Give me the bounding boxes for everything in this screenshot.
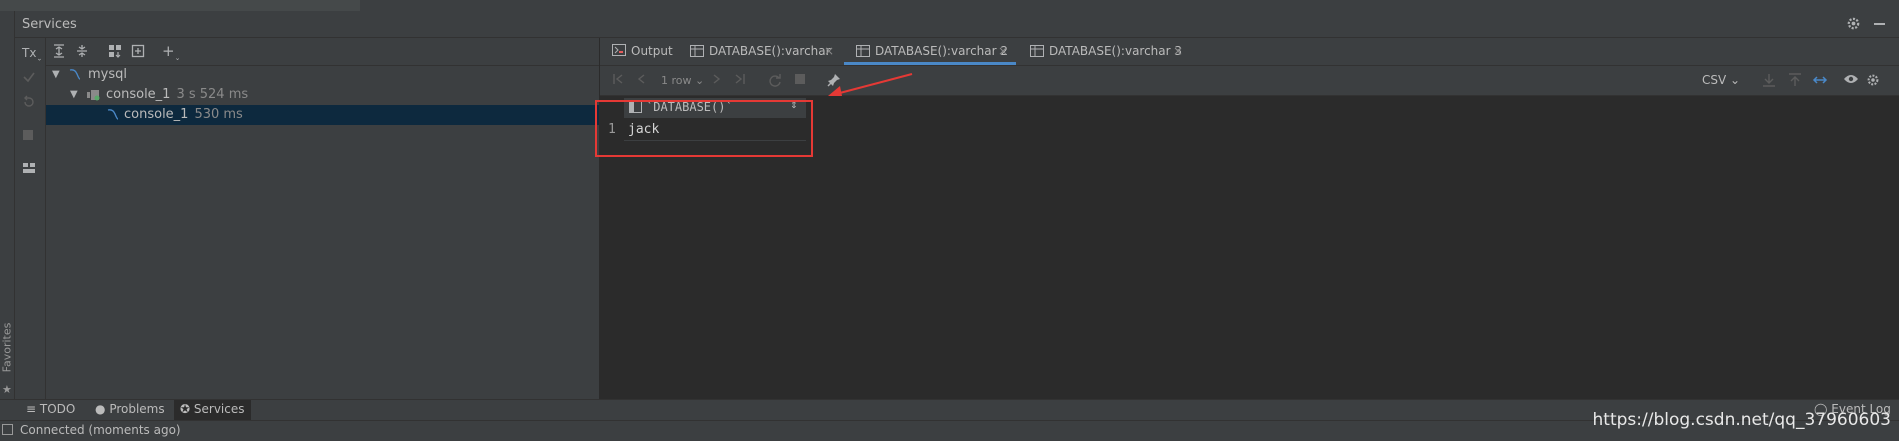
result-panel: Output DATABASE():varchar × DATABASE():v… <box>595 38 1899 399</box>
first-page-icon[interactable] <box>612 73 624 85</box>
problems-tab[interactable]: ● Problems <box>95 402 165 416</box>
close-icon[interactable]: × <box>998 44 1008 58</box>
services-left-toolbar: Tx⌄ <box>15 38 46 399</box>
group-by-icon[interactable] <box>108 44 122 58</box>
last-page-icon[interactable] <box>734 73 746 85</box>
top-strip <box>0 0 1899 11</box>
transaction-mode-icon[interactable]: Tx⌄ <box>22 46 42 62</box>
tree-item-time: 3 s 524 ms <box>176 87 249 102</box>
commit-check-icon[interactable] <box>22 70 36 84</box>
status-square-icon[interactable] <box>2 424 13 435</box>
services-title: Services <box>22 17 77 32</box>
tree-item-console-text: console_1 3 s 524 ms <box>106 87 248 102</box>
favorites-label[interactable]: Favorites <box>1 321 14 375</box>
watermark-url: https://blog.csdn.net/qq_37960603 <box>1592 410 1891 430</box>
settings-gear-icon[interactable] <box>1866 73 1880 87</box>
annotation-highlight-box <box>595 100 813 157</box>
services-tab[interactable]: ✪ Services <box>174 400 251 420</box>
chevron-down-icon[interactable]: ▼ <box>70 89 78 100</box>
services-gear-icon: ✪ <box>180 402 191 416</box>
expand-all-icon[interactable] <box>52 44 66 58</box>
tab-database-varchar-3[interactable]: DATABASE():varchar 3 × <box>1030 38 1190 65</box>
tree-toolbar: +⌄ <box>46 38 599 66</box>
problems-label: Problems <box>109 402 165 416</box>
console-session-icon <box>87 89 101 101</box>
table-icon <box>1030 45 1044 57</box>
mysql-icon <box>68 67 82 81</box>
stop-icon[interactable] <box>794 73 806 85</box>
tab-database-varchar[interactable]: DATABASE():varchar × <box>690 38 834 65</box>
tab-label: DATABASE():varchar 2 <box>875 44 1009 58</box>
services-label: Services <box>193 402 245 416</box>
output-icon <box>612 44 626 56</box>
tab-label: DATABASE():varchar 3 <box>1049 44 1183 58</box>
upload-icon[interactable] <box>1788 73 1802 87</box>
new-tab-icon[interactable] <box>131 44 145 58</box>
chevron-down-icon[interactable]: ▼ <box>52 69 60 80</box>
status-text: Connected (moments ago) <box>20 423 181 437</box>
tree-item-console-child[interactable]: console_1 530 ms <box>46 105 599 125</box>
previous-page-icon[interactable] <box>636 73 648 85</box>
tree-item-label: mysql <box>88 67 127 82</box>
tab-label: DATABASE():varchar <box>709 44 831 58</box>
annotation-arrow-icon <box>828 73 913 96</box>
reload-icon[interactable] <box>768 73 782 87</box>
export-format-label: CSV <box>1702 73 1727 87</box>
export-format-selector[interactable]: CSV ⌄ <box>1702 73 1740 87</box>
next-page-icon[interactable] <box>710 73 722 85</box>
close-icon[interactable]: × <box>1173 44 1183 58</box>
close-icon[interactable]: × <box>824 44 834 58</box>
tree-item-console[interactable]: ▼ console_1 3 s 524 ms <box>46 85 599 105</box>
todo-label: TODO <box>39 402 76 416</box>
rollback-icon[interactable] <box>22 95 36 109</box>
tree-item-mysql[interactable]: ▼ mysql <box>46 65 599 85</box>
rows-selector[interactable]: 1 row ⌄ <box>661 74 704 87</box>
view-eye-icon[interactable] <box>1843 73 1859 85</box>
tree-item-label: console_1 <box>124 107 189 122</box>
minimize-icon[interactable] <box>1874 23 1885 25</box>
tree-item-child-text: console_1 530 ms <box>124 107 243 122</box>
tab-label: Output <box>631 44 673 58</box>
results-toolbar: 1 row ⌄ CSV ⌄ <box>600 66 1899 96</box>
services-tree-panel: +⌄ ▼ mysql ▼ console_1 3 s 524 ms console… <box>46 38 600 399</box>
tab-output[interactable]: Output <box>612 38 682 65</box>
table-icon <box>690 45 704 57</box>
add-service-icon[interactable]: +⌄ <box>162 42 180 62</box>
tab-database-varchar-2[interactable]: DATABASE():varchar 2 × <box>844 38 1016 65</box>
tree-item-time: 530 ms <box>194 107 243 122</box>
rows-label: 1 row <box>661 74 692 87</box>
tree-item-label: console_1 <box>106 87 171 102</box>
problems-info-icon: ● <box>95 402 106 416</box>
result-tabs: Output DATABASE():varchar × DATABASE():v… <box>600 38 1899 66</box>
todo-tab[interactable]: ≡ TODO <box>26 402 75 416</box>
favorites-star-icon[interactable]: ★ <box>2 383 12 396</box>
stop-icon[interactable] <box>22 129 34 141</box>
top-strip-segment <box>0 0 360 11</box>
mysql-console-icon <box>106 107 120 121</box>
collapse-all-icon[interactable] <box>75 44 89 58</box>
layout-icon[interactable] <box>22 162 36 174</box>
compare-icon[interactable] <box>1812 73 1828 87</box>
download-icon[interactable] <box>1762 73 1776 87</box>
table-icon <box>856 45 870 57</box>
favorites-strip: Favorites ★ <box>0 11 15 399</box>
gear-icon[interactable] <box>1846 16 1861 31</box>
top-strip-segment <box>362 0 1862 11</box>
services-header: Services <box>15 11 1899 38</box>
